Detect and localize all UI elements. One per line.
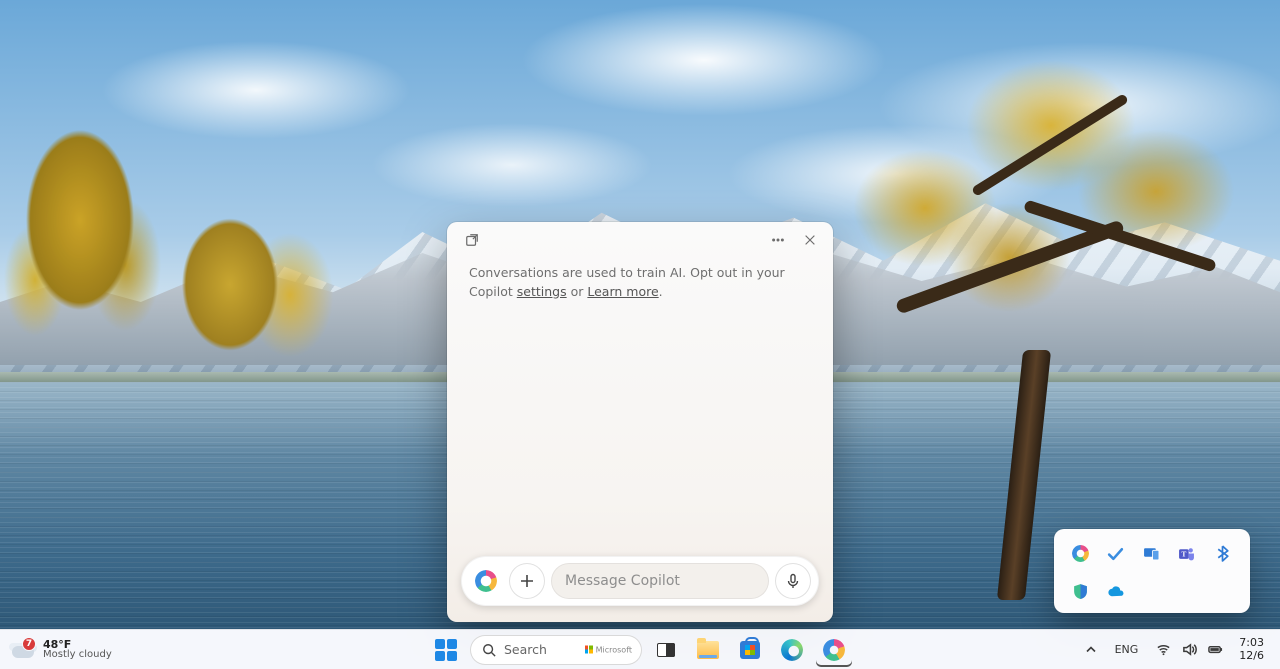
volume-icon [1182, 642, 1197, 657]
copilot-taskbar-button[interactable] [816, 633, 852, 667]
file-explorer-button[interactable] [690, 633, 726, 667]
weather-widget[interactable]: 7 48°F Mostly cloudy [0, 630, 122, 669]
tray-bluetooth-icon[interactable] [1208, 539, 1236, 567]
search-icon [482, 643, 496, 657]
tray-overflow-flyout: T [1054, 529, 1250, 613]
wallpaper-tree [0, 100, 170, 400]
battery-icon [1208, 642, 1223, 657]
edge-button[interactable] [774, 633, 810, 667]
taskbar-center: Search Microsoft [428, 630, 852, 669]
weather-condition: Mostly cloudy [43, 650, 112, 660]
tray-overflow-button[interactable] [1077, 630, 1105, 669]
weather-badge: 7 [22, 637, 36, 651]
copilot-window: Conversations are used to train AI. Opt … [447, 222, 833, 622]
svg-text:T: T [1182, 549, 1187, 558]
tray-copilot-icon[interactable] [1066, 539, 1094, 567]
copilot-icon[interactable] [469, 564, 503, 598]
weather-icon: 7 [10, 640, 36, 660]
clock-button[interactable]: 7:03 12/6 [1233, 637, 1270, 661]
task-view-button[interactable] [648, 633, 684, 667]
file-explorer-icon [697, 641, 719, 659]
wallpaper-tree [150, 190, 350, 400]
microsoft-icon [585, 646, 593, 654]
tray-todo-icon[interactable] [1102, 539, 1130, 567]
quick-settings-button[interactable] [1148, 630, 1231, 669]
close-button[interactable] [795, 226, 825, 254]
copilot-icon [823, 639, 845, 661]
learn-more-link[interactable]: Learn more [587, 284, 658, 299]
clock-date: 12/6 [1239, 650, 1264, 662]
start-button[interactable] [428, 633, 464, 667]
search-placeholder: Search [504, 642, 547, 657]
popout-button[interactable] [457, 226, 487, 254]
task-view-icon [657, 643, 675, 657]
edge-icon [781, 639, 803, 661]
store-icon [740, 641, 760, 659]
taskbar-search[interactable]: Search Microsoft [470, 635, 642, 665]
copilot-titlebar [447, 222, 833, 258]
wifi-icon [1156, 642, 1171, 657]
tray-security-icon[interactable] [1066, 577, 1094, 605]
message-placeholder: Message Copilot [565, 573, 680, 589]
copilot-notice: Conversations are used to train AI. Opt … [447, 258, 833, 544]
tray-onedrive-icon[interactable] [1102, 577, 1130, 605]
search-brand: Microsoft [585, 645, 632, 654]
wallpaper-tree [840, 20, 1260, 580]
taskbar: 7 48°F Mostly cloudy Search Microsoft [0, 629, 1280, 669]
settings-link[interactable]: settings [517, 284, 567, 299]
tray-teams-icon[interactable]: T [1173, 539, 1201, 567]
add-button[interactable] [509, 563, 545, 599]
language-button[interactable]: ENG [1107, 630, 1147, 669]
mic-button[interactable] [775, 563, 811, 599]
tray-phone-link-icon[interactable] [1137, 539, 1165, 567]
message-input[interactable]: Message Copilot [551, 563, 769, 599]
taskbar-right: ENG 7:03 12/6 [1077, 630, 1280, 669]
clock-time: 7:03 [1239, 637, 1264, 649]
copilot-composer: Message Copilot [461, 556, 819, 606]
more-button[interactable] [763, 226, 793, 254]
microsoft-store-button[interactable] [732, 633, 768, 667]
